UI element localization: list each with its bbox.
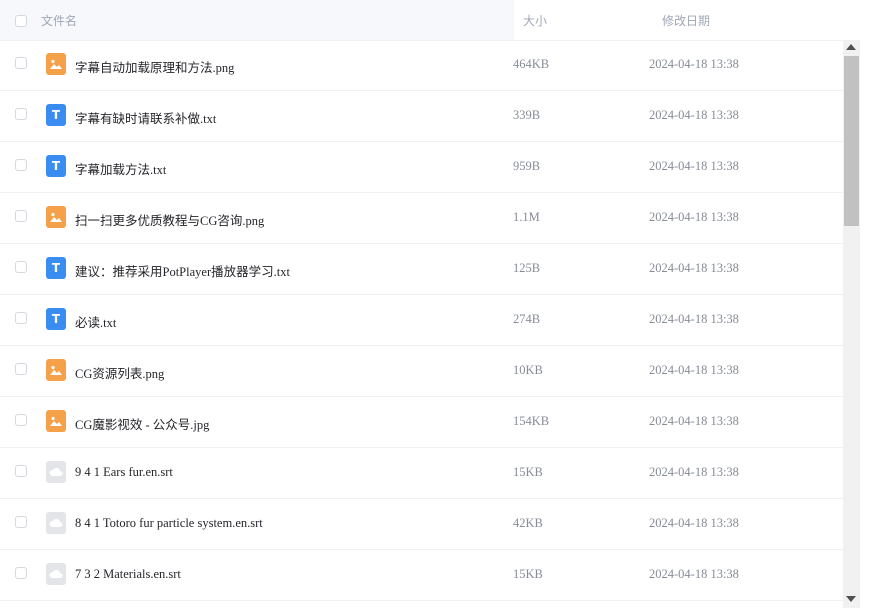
text-file-icon: T — [46, 257, 66, 279]
file-modified-date: 2024-04-18 13:38 — [649, 108, 739, 122]
file-name[interactable]: 7 3 2 Materials.en.srt — [75, 567, 181, 582]
file-size: 15KB — [513, 465, 543, 479]
file-size: 42KB — [513, 516, 543, 530]
row-checkbox[interactable] — [15, 159, 27, 171]
file-name[interactable]: CG魔影视效 - 公众号.jpg — [75, 414, 209, 433]
file-row[interactable]: 字幕自动加载原理和方法.png 464KB 2024-04-18 13:38 — [0, 40, 843, 91]
vertical-scrollbar[interactable] — [843, 40, 860, 608]
header-name-column-bg — [0, 0, 514, 40]
file-list-header: 文件名 大小 修改日期 — [0, 0, 843, 41]
file-row[interactable]: 扫一扫更多优质教程与CG咨询.png 1.1M 2024-04-18 13:38 — [0, 193, 843, 244]
row-checkbox[interactable] — [15, 312, 27, 324]
file-name[interactable]: 9 4 1 Ears fur.en.srt — [75, 465, 173, 480]
row-checkbox[interactable] — [15, 516, 27, 528]
file-size: 464KB — [513, 57, 550, 71]
file-row[interactable]: 9 4 1 Ears fur.en.srt 15KB 2024-04-18 13:3… — [0, 448, 843, 499]
scroll-up-arrow-icon[interactable] — [846, 44, 856, 50]
cloud-file-icon — [46, 563, 66, 585]
file-modified-date: 2024-04-18 13:38 — [649, 312, 739, 326]
file-modified-date: 2024-04-18 13:38 — [649, 363, 739, 377]
file-modified-date: 2024-04-18 13:38 — [649, 261, 739, 275]
file-name[interactable]: 建议：推荐采用PotPlayer播放器学习.txt — [75, 261, 290, 280]
row-checkbox[interactable] — [15, 465, 27, 477]
file-row[interactable]: T 建议：推荐采用PotPlayer播放器学习.txt 125B 2024-04-18… — [0, 244, 843, 295]
file-row[interactable]: T 必读.txt 274B 2024-04-18 13:38 — [0, 295, 843, 346]
file-modified-date: 2024-04-18 13:38 — [649, 567, 739, 581]
scrollbar-thumb[interactable] — [844, 56, 859, 226]
file-row[interactable]: CG魔影视效 - 公众号.jpg 154KB 2024-04-18 13:38 — [0, 397, 843, 448]
file-modified-date: 2024-04-18 13:38 — [649, 516, 739, 530]
row-checkbox[interactable] — [15, 210, 27, 222]
file-name[interactable]: 必读.txt — [75, 312, 116, 331]
file-name[interactable]: CG资源列表.png — [75, 363, 164, 382]
file-modified-date: 2024-04-18 13:38 — [649, 414, 739, 428]
row-checkbox[interactable] — [15, 414, 27, 426]
file-size: 10KB — [513, 363, 543, 377]
file-modified-date: 2024-04-18 13:38 — [649, 57, 739, 71]
file-row[interactable]: 8 4 1 Totoro fur particle system.en.srt 4… — [0, 499, 843, 550]
file-name[interactable]: 8 4 1 Totoro fur particle system.en.srt — [75, 516, 263, 531]
text-file-icon: T — [46, 104, 66, 126]
text-file-icon: T — [46, 308, 66, 330]
file-row[interactable]: T 字幕加载方法.txt 959B 2024-04-18 13:38 — [0, 142, 843, 193]
row-checkbox[interactable] — [15, 567, 27, 579]
file-size: 959B — [513, 159, 541, 173]
row-checkbox[interactable] — [15, 57, 27, 69]
column-header-size[interactable]: 大小 — [523, 12, 547, 29]
image-file-icon — [46, 410, 66, 432]
file-name[interactable]: 字幕有缺时请联系补做.txt — [75, 108, 216, 127]
row-checkbox[interactable] — [15, 261, 27, 273]
cloud-file-icon — [46, 512, 66, 534]
cloud-file-icon — [46, 461, 66, 483]
file-size: 154KB — [513, 414, 550, 428]
scroll-down-arrow-icon[interactable] — [846, 596, 856, 602]
file-modified-date: 2024-04-18 13:38 — [649, 159, 739, 173]
file-size: 274B — [513, 312, 541, 326]
file-name[interactable]: 字幕加载方法.txt — [75, 159, 166, 178]
file-name[interactable]: 扫一扫更多优质教程与CG咨询.png — [75, 210, 264, 229]
file-row[interactable]: CG资源列表.png 10KB 2024-04-18 13:38 — [0, 346, 843, 397]
row-checkbox[interactable] — [15, 108, 27, 120]
file-size: 125B — [513, 261, 541, 275]
file-size: 1.1M — [513, 210, 540, 224]
file-size: 15KB — [513, 567, 543, 581]
image-file-icon — [46, 359, 66, 381]
file-size: 339B — [513, 108, 541, 122]
file-row[interactable]: 7 3 2 Materials.en.srt 15KB 2024-04-18 13:… — [0, 550, 843, 601]
column-header-name[interactable]: 文件名 — [41, 12, 77, 29]
image-file-icon — [46, 53, 66, 75]
select-all-checkbox[interactable] — [15, 15, 27, 27]
column-header-date[interactable]: 修改日期 — [662, 12, 710, 29]
image-file-icon — [46, 206, 66, 228]
file-name[interactable]: 字幕自动加载原理和方法.png — [75, 57, 234, 76]
text-file-icon: T — [46, 155, 66, 177]
file-modified-date: 2024-04-18 13:38 — [649, 210, 739, 224]
row-checkbox[interactable] — [15, 363, 27, 375]
file-row[interactable]: T 字幕有缺时请联系补做.txt 339B 2024-04-18 13:38 — [0, 91, 843, 142]
file-modified-date: 2024-04-18 13:38 — [649, 465, 739, 479]
